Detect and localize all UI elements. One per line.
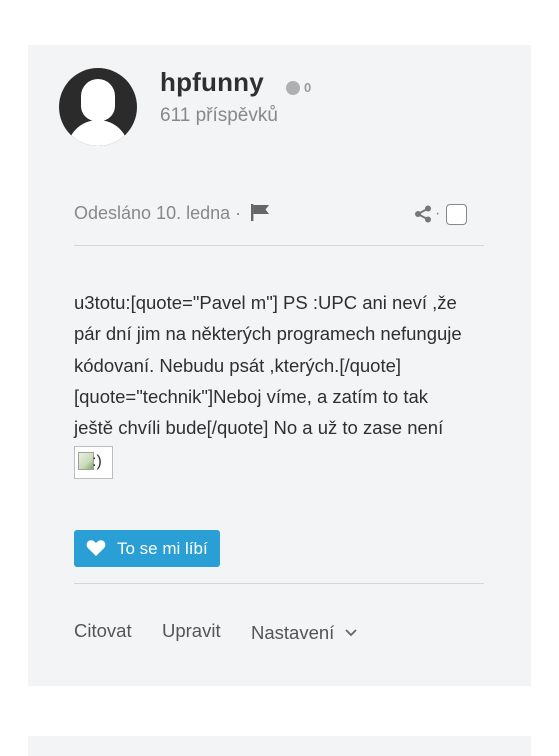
settings-label: Nastavení [251, 622, 335, 643]
post-card: hpfunny 0 611 příspěvků Odesláno 10. led… [28, 45, 531, 686]
settings-menu[interactable]: Nastavení [251, 620, 358, 644]
post-text-line: pár dní jim na některých programech nefu… [74, 323, 462, 345]
report-flag-icon[interactable] [250, 204, 270, 226]
chevron-down-icon [345, 620, 358, 642]
post-tools: · [414, 202, 474, 228]
avatar[interactable] [59, 68, 137, 146]
like-button-label: To se mi líbí [117, 539, 208, 558]
select-post-checkbox[interactable] [446, 204, 467, 225]
post-meta: Odesláno 10. ledna · [74, 203, 270, 226]
author-post-count: 611 příspěvků [160, 105, 278, 126]
avatar-head-shape [81, 79, 115, 121]
post-text-line: ještě chvíli bude[/quote] No a už to zas… [74, 417, 444, 439]
post-text-line: u3totu:[quote="Pavel m"] PS :UPC ani nev… [74, 292, 457, 313]
emoticon-line: :) [74, 443, 494, 480]
quote-link[interactable]: Citovat [74, 620, 132, 642]
actions-divider [74, 583, 484, 584]
post-date[interactable]: Odesláno 10. ledna · [74, 203, 241, 223]
next-post-card [28, 736, 531, 756]
author-username[interactable]: hpfunny [160, 67, 264, 98]
tools-separator: · [435, 205, 441, 222]
online-status-icon [286, 81, 300, 95]
emoticon-alt-text: :) [92, 453, 102, 471]
author-header: hpfunny 0 611 příspěvků [28, 45, 531, 157]
post-text-line: [quote="technik"]Neboj víme, a zatím to … [74, 385, 429, 407]
heart-icon [86, 540, 106, 556]
share-icon[interactable] [414, 205, 432, 223]
reputation-count: 0 [304, 80, 312, 95]
broken-emoticon-image: :) [74, 446, 113, 480]
post-text-line: kódovaní. Nebudu psát ,kterých.[/quote] [74, 354, 402, 376]
edit-link[interactable]: Upravit [162, 620, 221, 642]
post-content: u3totu:[quote="Pavel m"] PS :UPC ani nev… [74, 287, 494, 480]
avatar-body-shape [67, 120, 129, 146]
meta-divider [74, 245, 484, 246]
like-button[interactable]: To se mi líbí [74, 530, 220, 567]
